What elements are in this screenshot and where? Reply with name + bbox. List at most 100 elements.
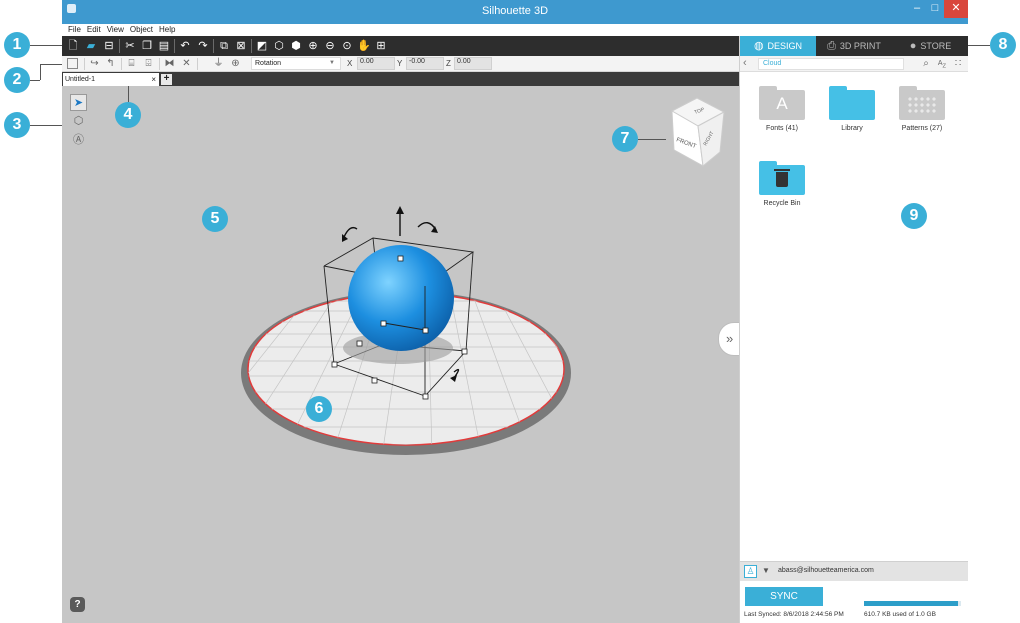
ungroup-icon[interactable]: ⊠ xyxy=(234,39,248,53)
minimize-button[interactable]: – xyxy=(908,0,926,18)
main-toolbar: 🗋 ▰ ⊟ ✂ ❐ ▤ ↶ ↷ ⧉ ⊠ ◩ ⬡ ⬢ ⊕ ⊖ ⊙ ✋ ⊞ xyxy=(62,36,739,56)
group-icon[interactable]: ⧉ xyxy=(217,39,231,53)
menu-help[interactable]: Help xyxy=(159,24,175,36)
callout-7: 7 xyxy=(612,126,638,152)
paste-icon[interactable]: ▤ xyxy=(157,39,171,53)
window-title: Silhouette 3D xyxy=(481,5,549,17)
panel-tab-bar: ◍ DESIGN ⎙ 3D PRINT ● STORE xyxy=(740,36,968,56)
flip-icon[interactable]: ↪ xyxy=(88,57,101,70)
select-box-icon[interactable] xyxy=(67,58,78,69)
location-field[interactable]: Cloud xyxy=(758,58,904,70)
combine-icon[interactable]: ⧓ xyxy=(163,57,176,70)
app-window: Silhouette 3D – □ ✕ File Edit View Object He… xyxy=(62,0,968,623)
grid-icon[interactable]: ⊞ xyxy=(374,39,388,53)
maximize-button[interactable]: □ xyxy=(926,0,944,18)
leader-3 xyxy=(30,125,62,126)
drop-to-floor-icon[interactable]: ⏚ xyxy=(212,57,225,70)
folder-recycle-bin[interactable]: Recycle Bin xyxy=(750,161,814,207)
callout-6: 6 xyxy=(306,396,332,422)
callout-1: 1 xyxy=(4,32,30,58)
mirror-icon[interactable]: ↰ xyxy=(104,57,117,70)
y-field[interactable]: -0.00 xyxy=(406,57,444,70)
new-file-icon[interactable]: 🗋 xyxy=(66,39,80,53)
zoom-out-icon[interactable]: ⊖ xyxy=(323,39,337,53)
toolbar-divider xyxy=(197,58,198,70)
printer-icon: ⎙ xyxy=(827,40,836,52)
open-folder-icon[interactable]: ▰ xyxy=(84,39,98,53)
z-field[interactable]: 0.00 xyxy=(454,57,492,70)
text-3d-icon[interactable]: Ⓐ xyxy=(70,132,87,149)
tab-untitled-1[interactable]: Untitled-1 × xyxy=(63,73,159,86)
search-icon[interactable]: ⌕ xyxy=(920,56,932,71)
folder-patterns[interactable]: Patterns (27) xyxy=(890,86,954,132)
menu-object[interactable]: Object xyxy=(130,24,153,36)
last-synced-text: Last Synced: 8/6/2018 2:44:56 PM xyxy=(744,611,844,618)
y-label: Y xyxy=(397,59,403,68)
chevron-down-icon: ▼ xyxy=(329,60,335,66)
folder-icon xyxy=(899,86,945,120)
folder-library[interactable]: Library xyxy=(820,86,884,132)
align-icon[interactable]: ⌸ xyxy=(125,57,138,70)
toolbar-divider xyxy=(121,58,122,70)
leader-7 xyxy=(638,139,666,140)
toolbar-divider xyxy=(251,39,252,53)
zoom-fit-icon[interactable]: ⊙ xyxy=(340,39,354,53)
leader-2 xyxy=(30,80,40,81)
panel-navigation: ‹ Cloud ⌕ AZ ∷ xyxy=(740,56,968,72)
folder-label: Patterns (27) xyxy=(901,125,943,132)
grid-view-icon[interactable]: ∷ xyxy=(952,56,964,71)
zoom-in-icon[interactable]: ⊕ xyxy=(306,39,320,53)
delete-icon[interactable]: ✕ xyxy=(180,57,193,70)
account-dropdown-icon[interactable]: ▼ xyxy=(762,566,770,575)
tab-store-label: STORE xyxy=(920,41,952,51)
view-cube-outline-icon[interactable]: ⬢ xyxy=(289,39,303,53)
help-button[interactable]: ? xyxy=(70,597,85,612)
sort-az-icon[interactable]: AZ xyxy=(935,56,949,71)
pan-hand-icon[interactable]: ✋ xyxy=(357,39,371,53)
leader-4 xyxy=(128,86,129,102)
menu-edit[interactable]: Edit xyxy=(87,24,101,36)
view-cube-icon[interactable]: ⬡ xyxy=(272,39,286,53)
user-icon[interactable]: ♙ xyxy=(744,565,757,578)
distribute-icon[interactable]: ⌹ xyxy=(142,57,155,70)
undo-icon[interactable]: ↶ xyxy=(178,39,192,53)
view-cube[interactable]: TOP FRONT RIGHT xyxy=(660,92,740,172)
shading-icon[interactable]: ◩ xyxy=(255,39,269,53)
tab-store[interactable]: ● STORE xyxy=(892,36,968,56)
callout-3: 3 xyxy=(4,112,30,138)
toolbar-divider xyxy=(84,58,85,70)
tab-3d-print[interactable]: ⎙ 3D PRINT xyxy=(816,36,892,56)
redo-icon[interactable]: ↷ xyxy=(196,39,210,53)
center-icon[interactable]: ⊕ xyxy=(229,57,242,70)
x-field[interactable]: 0.00 xyxy=(357,57,395,70)
copy-icon[interactable]: ❐ xyxy=(140,39,154,53)
folder-label: Library xyxy=(841,125,863,132)
save-icon[interactable]: ⊟ xyxy=(102,39,116,53)
folder-fonts[interactable]: A Fonts (41) xyxy=(750,86,814,132)
menu-bar: File Edit View Object Help xyxy=(62,24,968,36)
callout-2: 2 xyxy=(4,67,30,93)
leader-2b xyxy=(40,64,62,65)
account-bar: ♙ ▼ abass@silhouetteamerica.com xyxy=(740,561,968,581)
tool-palette: ➤ ⬡ Ⓐ xyxy=(70,94,88,154)
sync-button[interactable]: SYNC xyxy=(745,587,823,606)
folder-label: Fonts (41) xyxy=(766,125,798,132)
new-tab-button[interactable]: + xyxy=(161,74,172,85)
select-arrow-icon[interactable]: ➤ xyxy=(70,94,87,111)
tab-close-icon[interactable]: × xyxy=(151,73,156,86)
cut-icon[interactable]: ✂ xyxy=(123,39,137,53)
design-canvas[interactable]: TOP FRONT RIGHT 5 6 7 ? xyxy=(62,86,739,623)
leader-2-vertical xyxy=(40,64,41,80)
menu-view[interactable]: View xyxy=(107,24,124,36)
library-panel: ◍ DESIGN ⎙ 3D PRINT ● STORE ‹ Cloud ⌕ AZ ∷ … xyxy=(739,36,968,623)
title-bar: Silhouette 3D – □ ✕ xyxy=(62,0,968,24)
back-chevron-icon[interactable]: ‹ xyxy=(743,56,755,71)
menu-file[interactable]: File xyxy=(68,24,81,36)
tab-design[interactable]: ◍ DESIGN xyxy=(740,36,816,56)
tab-label: Untitled-1 xyxy=(65,76,95,83)
close-button[interactable]: ✕ xyxy=(944,0,968,18)
x-label: X xyxy=(347,59,353,68)
primitive-cube-icon[interactable]: ⬡ xyxy=(70,113,87,130)
transform-mode-select[interactable]: Rotation ▼ xyxy=(251,57,341,70)
toolbar-divider xyxy=(213,39,214,53)
